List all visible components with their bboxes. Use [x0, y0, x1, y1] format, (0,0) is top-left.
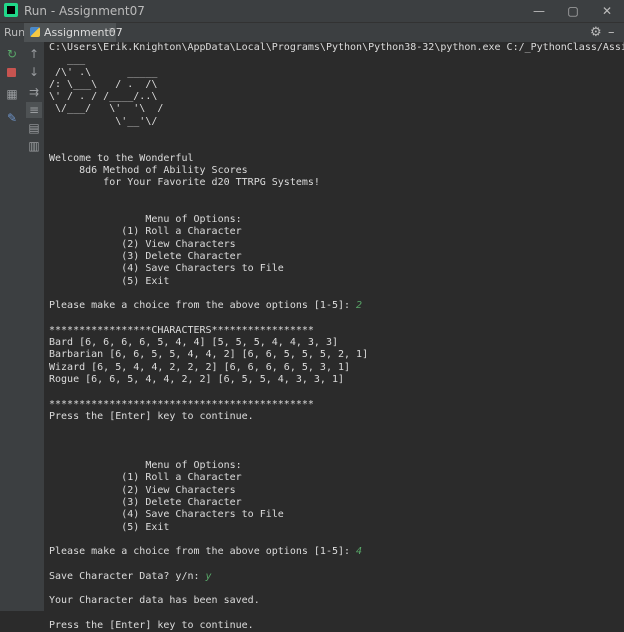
ascii-art-line: \/___/ \' '\ / [49, 103, 164, 115]
menu-item: (5) Exit [49, 521, 170, 533]
continue-prompt: Press the [Enter] key to continue. [49, 410, 254, 422]
characters-header: *****************CHARACTERS*************… [49, 324, 314, 336]
character-row: Wizard [6, 5, 4, 4, 2, 2, 2] [6, 6, 6, 6… [49, 361, 351, 373]
pycharm-app-icon [4, 3, 18, 17]
command-line: C:\Users\Erik.Knighton\AppData\Local\Pro… [49, 42, 624, 53]
ascii-art-line: \'__'\/ [49, 115, 158, 127]
rerun-icon[interactable]: ↻ [4, 46, 20, 62]
ascii-art-line: /\' .\ _____ [49, 66, 158, 78]
character-row: Barbarian [6, 6, 5, 5, 4, 4, 2] [6, 6, 5… [49, 349, 369, 361]
layout-icon[interactable]: ▦ [4, 86, 20, 102]
character-row: Bard [6, 6, 6, 6, 5, 4, 4] [5, 5, 5, 4, … [49, 337, 338, 349]
menu-item: (3) Delete Character [49, 496, 242, 508]
restore-button[interactable]: ▢ [556, 0, 590, 22]
menu-header: Menu of Options: [49, 214, 242, 226]
characters-footer: ****************************************… [49, 398, 314, 410]
window-title: Run - Assignment07 [24, 4, 145, 18]
console-text: C:\Users\Erik.Knighton\AppData\Local\Pro… [49, 42, 624, 632]
welcome-line: Welcome to the Wonderful [49, 152, 194, 164]
trash-icon[interactable]: ▥ [26, 138, 42, 154]
user-input: 4 [356, 546, 363, 558]
print-icon[interactable]: ▤ [26, 120, 42, 136]
menu-item: (5) Exit [49, 275, 170, 287]
up-icon[interactable]: ↑ [26, 46, 42, 62]
saved-message: Your Character data has been saved. [49, 595, 260, 607]
ascii-art-line: ___ [49, 54, 86, 66]
run-toolbar: ↻ ↑ ↓ ▦ ⇉ ≡ ✎ ▤ ▥ [0, 42, 44, 611]
menu-item: (2) View Characters [49, 238, 236, 250]
soft-wrap-icon[interactable]: ⇉ [26, 84, 42, 100]
ascii-art-line: \' / . / /____/..\ [49, 91, 158, 103]
python-icon [30, 27, 40, 37]
welcome-line: 8d6 Method of Ability Scores [49, 164, 248, 176]
close-button[interactable]: ✕ [590, 0, 624, 22]
gear-icon[interactable]: ⚙ [590, 25, 602, 40]
welcome-line: for Your Favorite d20 TTRPG Systems! [49, 177, 320, 189]
stop-icon[interactable] [7, 68, 16, 77]
console-output[interactable]: C:\Users\Erik.Knighton\AppData\Local\Pro… [44, 42, 624, 631]
tab-close-icon[interactable]: × [108, 26, 116, 37]
menu-item: (3) Delete Character [49, 251, 242, 263]
menu-item: (2) View Characters [49, 484, 236, 496]
scroll-to-end-icon[interactable]: ≡ [26, 102, 42, 118]
choice-prompt: Please make a choice from the above opti… [49, 546, 357, 558]
window-titlebar: Run - Assignment07 — ▢ ✕ [0, 0, 624, 22]
user-input: y [205, 570, 212, 582]
menu-header: Menu of Options: [49, 460, 242, 472]
pin-icon[interactable]: ✎ [4, 110, 20, 126]
down-icon[interactable]: ↓ [26, 64, 42, 80]
menu-item: (1) Roll a Character [49, 226, 242, 238]
menu-item: (4) Save Characters to File [49, 263, 284, 275]
character-row: Rogue [6, 6, 5, 4, 4, 2, 2] [6, 5, 5, 4,… [49, 374, 345, 386]
continue-prompt: Press the [Enter] key to continue. [49, 619, 254, 631]
save-prompt: Save Character Data? y/n: [49, 570, 206, 582]
run-tab-bar: Run: Assignment07 × ⚙ – [0, 22, 624, 45]
ascii-art-line: /: \___\ / . /\ [49, 78, 158, 90]
choice-prompt: Please make a choice from the above opti… [49, 300, 357, 312]
user-input: 2 [356, 300, 363, 312]
minimize-button[interactable]: — [522, 0, 556, 22]
minus-icon[interactable]: – [608, 25, 615, 40]
menu-item: (4) Save Characters to File [49, 509, 284, 521]
menu-item: (1) Roll a Character [49, 472, 242, 484]
